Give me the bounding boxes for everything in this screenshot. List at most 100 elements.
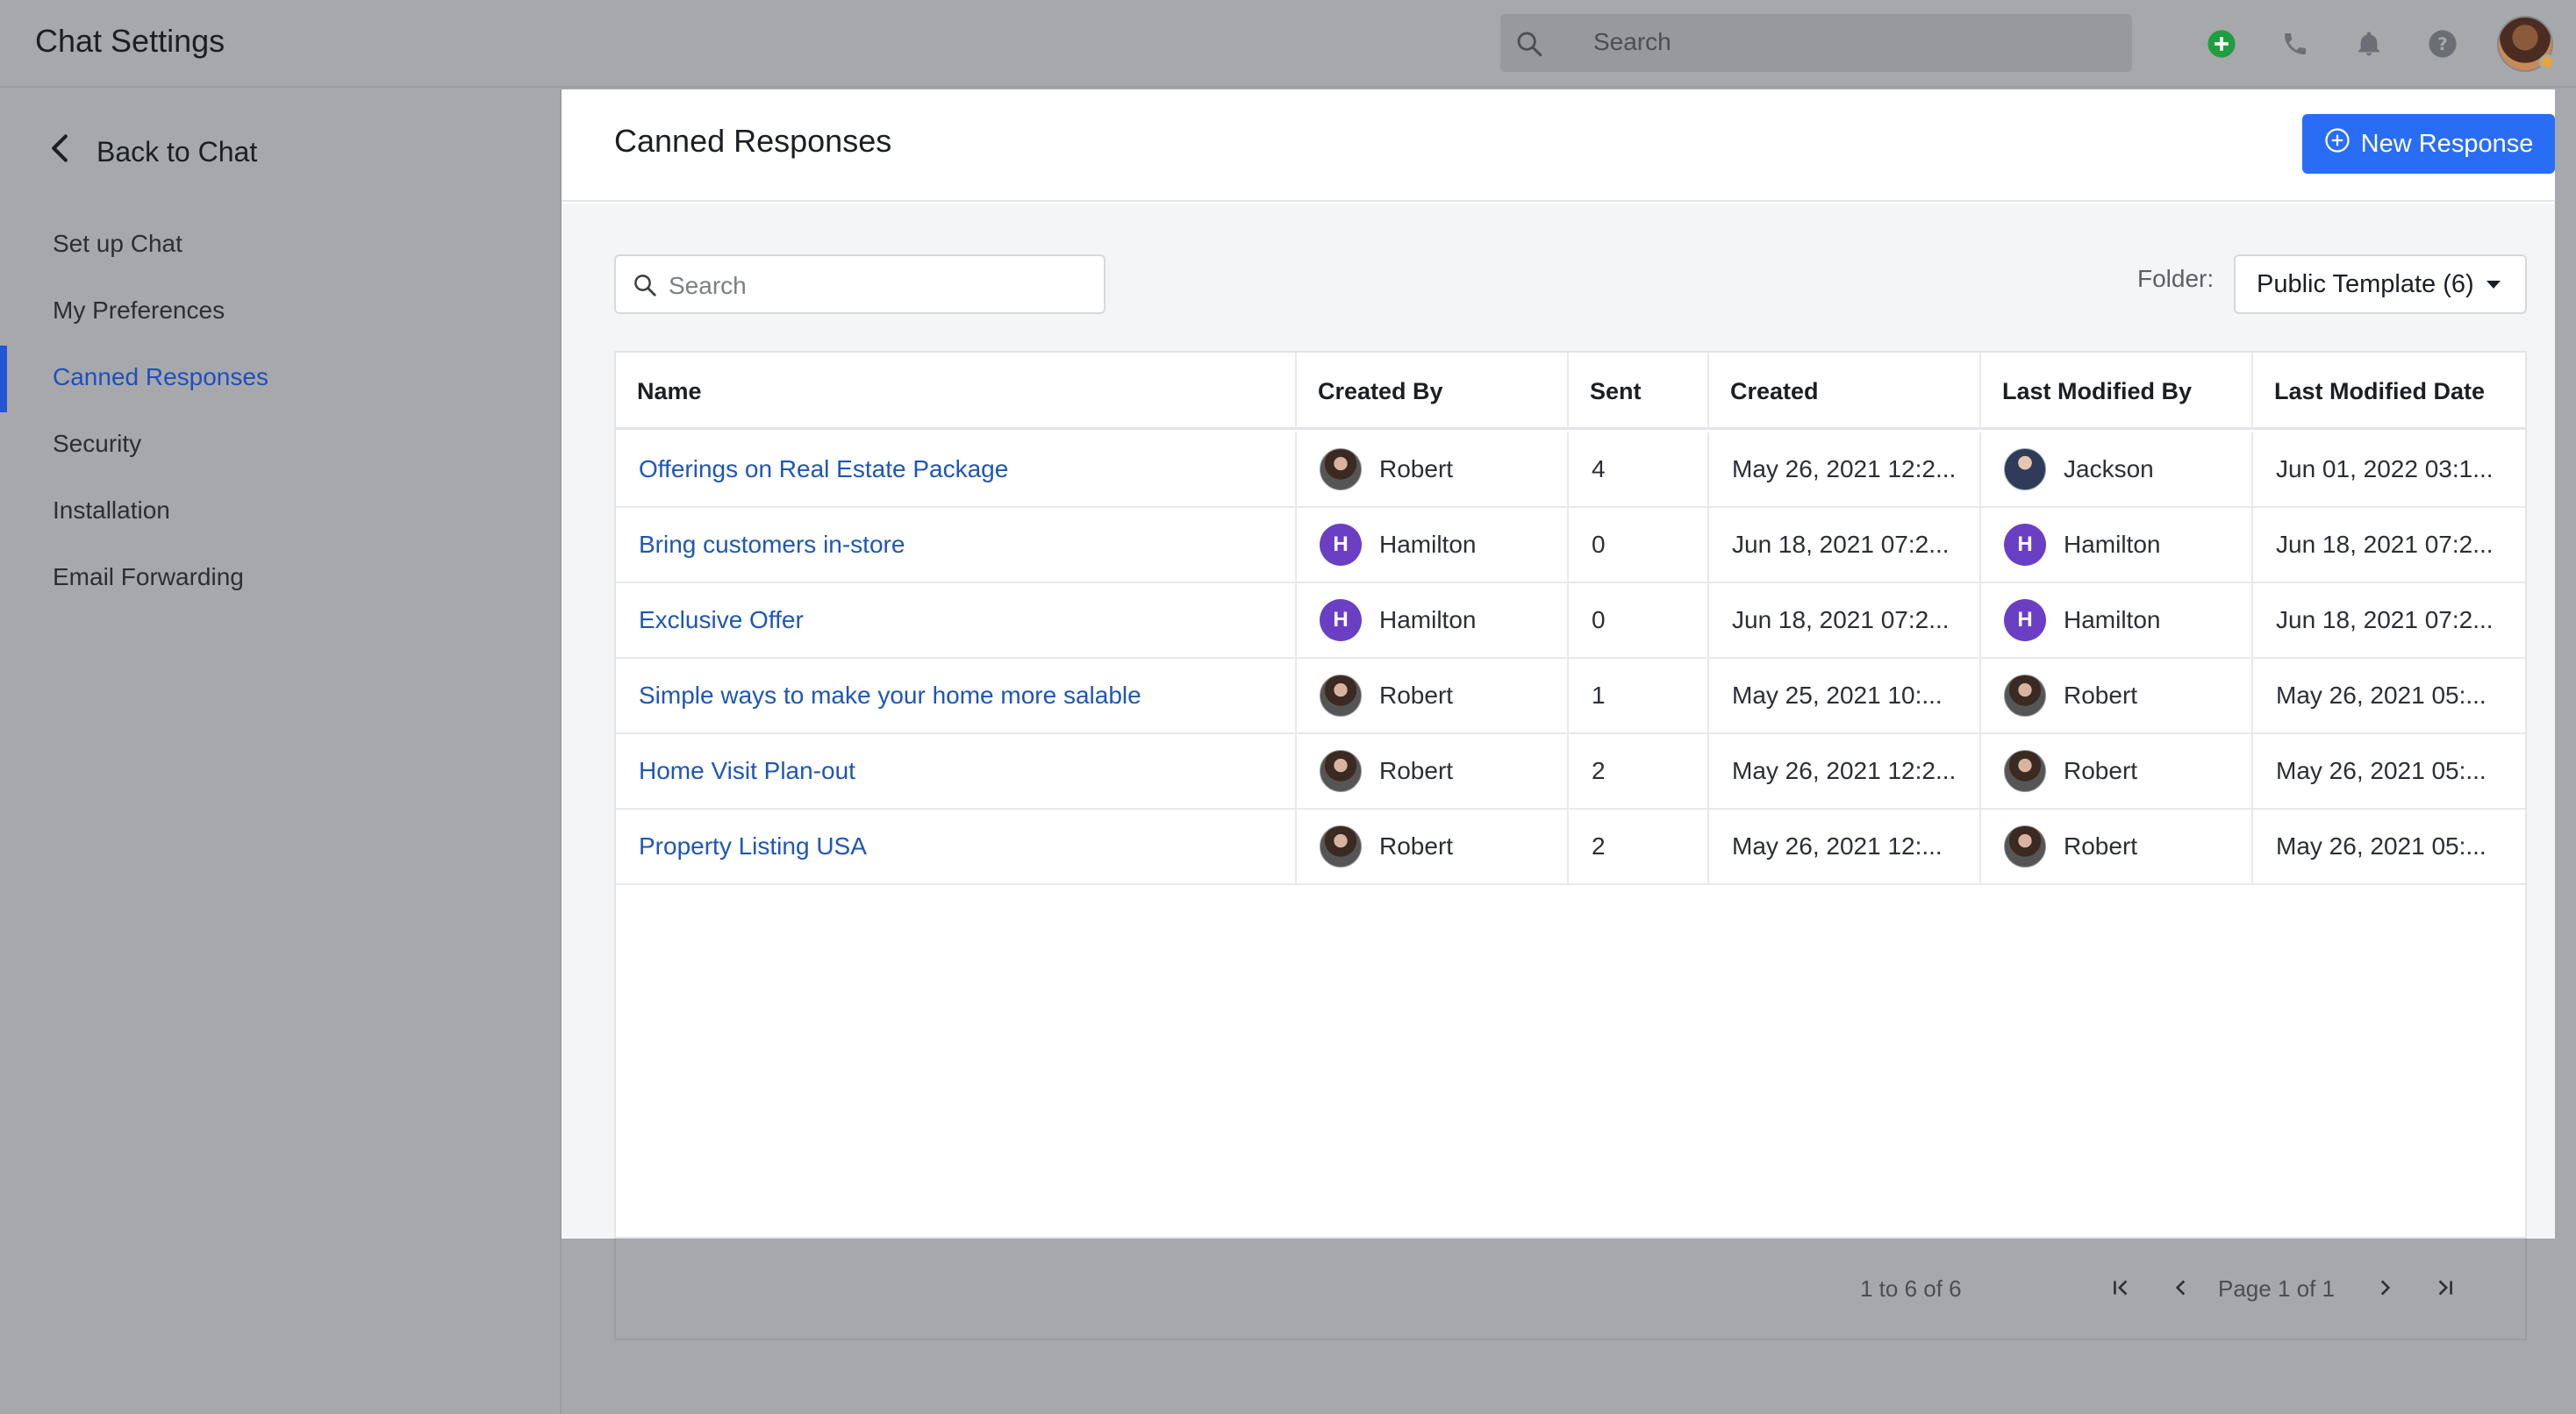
cell-last-modified-by: Jackson bbox=[1981, 432, 2253, 506]
table-row[interactable]: Exclusive Offer H Hamilton 0 Jun 18, 2021 07… bbox=[616, 583, 2525, 659]
folder-select[interactable]: Public Template (6) bbox=[2234, 254, 2527, 314]
column-header-sent[interactable]: Sent bbox=[1569, 353, 1709, 430]
responses-search-input[interactable]: Search bbox=[614, 254, 1106, 314]
active-indicator bbox=[0, 346, 7, 412]
bell-icon[interactable] bbox=[2350, 25, 2388, 63]
cell-last-modified-by: Robert bbox=[1981, 810, 2253, 883]
cell-last-modified-date: May 26, 2021 05:... bbox=[2253, 659, 2525, 732]
top-search-placeholder: Search bbox=[1593, 28, 1671, 55]
top-bar: Chat Settings Search ? bbox=[0, 0, 2576, 88]
cell-last-modified-date-text: May 26, 2021 05:... bbox=[2276, 757, 2487, 784]
cell-created-text: May 26, 2021 12:2... bbox=[1732, 455, 1957, 482]
cell-created-text: Jun 18, 2021 07:2... bbox=[1732, 531, 1950, 558]
cell-last-modified-date-text: Jun 01, 2022 03:1... bbox=[2276, 455, 2494, 482]
phone-icon[interactable] bbox=[2276, 25, 2315, 63]
cell-sent: 1 bbox=[1569, 659, 1709, 732]
avatar: H bbox=[2004, 524, 2046, 566]
column-header-name[interactable]: Name bbox=[616, 353, 1297, 430]
cell-sent: 2 bbox=[1569, 810, 1709, 883]
sidebar-item-security[interactable]: Security bbox=[53, 430, 141, 458]
cell-created-by-text: Robert bbox=[1379, 455, 1454, 482]
status-dot bbox=[2539, 54, 2555, 70]
cell-last-modified-date-text: May 26, 2021 05:... bbox=[2276, 832, 2487, 860]
cell-created: Jun 18, 2021 07:2... bbox=[1709, 583, 1981, 657]
cell-name[interactable]: Exclusive Offer bbox=[616, 583, 1297, 657]
first-page-icon[interactable] bbox=[2104, 1270, 2139, 1305]
cell-created-by-text: Robert bbox=[1379, 757, 1454, 784]
cell-last-modified-date: May 26, 2021 05:... bbox=[2253, 810, 2525, 883]
cell-last-modified-date-text: May 26, 2021 05:... bbox=[2276, 682, 2487, 709]
cell-name-text[interactable]: Bring customers in-store bbox=[639, 531, 905, 559]
table-row[interactable]: Home Visit Plan-out Robert 2 May 26, 2021 1… bbox=[616, 734, 2525, 810]
cell-last-modified-date-text: Jun 18, 2021 07:2... bbox=[2276, 606, 2494, 633]
previous-page-icon[interactable] bbox=[2164, 1270, 2199, 1305]
cell-sent-text: 2 bbox=[1592, 832, 1606, 860]
cell-name-text[interactable]: Home Visit Plan-out bbox=[639, 757, 855, 785]
cell-sent-text: 0 bbox=[1592, 531, 1606, 558]
search-icon bbox=[632, 272, 658, 303]
cell-created-by: Robert bbox=[1297, 810, 1569, 883]
cell-created: May 26, 2021 12:2... bbox=[1709, 734, 1981, 808]
add-circle-icon[interactable] bbox=[2202, 25, 2241, 63]
cell-last-modified-by-text: Robert bbox=[2064, 832, 2138, 860]
cell-created-by: H Hamilton bbox=[1297, 508, 1569, 582]
cell-name[interactable]: Home Visit Plan-out bbox=[616, 734, 1297, 808]
column-header-last-modified-date[interactable]: Last Modified Date bbox=[2253, 353, 2525, 430]
back-to-chat-label: Back to Chat bbox=[97, 135, 258, 168]
cell-last-modified-by: Robert bbox=[1981, 659, 2253, 732]
cell-created-by-text: Robert bbox=[1379, 682, 1454, 709]
cell-created-by: Robert bbox=[1297, 659, 1569, 732]
cell-last-modified-by: Robert bbox=[1981, 734, 2253, 808]
new-response-button[interactable]: New Response bbox=[2302, 114, 2555, 174]
cell-name-text[interactable]: Offerings on Real Estate Package bbox=[639, 455, 1008, 483]
pagination-bar: 1 to 6 of 6 Page 1 of 1 bbox=[614, 1239, 2527, 1340]
sidebar-item-set-up-chat[interactable]: Set up Chat bbox=[53, 230, 182, 258]
sidebar-item-my-preferences[interactable]: My Preferences bbox=[53, 296, 225, 325]
table-row[interactable]: Offerings on Real Estate Package Robert 4 M… bbox=[616, 432, 2525, 508]
cell-created: May 25, 2021 10:... bbox=[1709, 659, 1981, 732]
table-row[interactable]: Simple ways to make your home more salab… bbox=[616, 659, 2525, 734]
column-header-created-by[interactable]: Created By bbox=[1297, 353, 1569, 430]
sidebar-item-installation[interactable]: Installation bbox=[53, 496, 170, 525]
cell-created-text: May 26, 2021 12:... bbox=[1732, 832, 1943, 860]
cell-sent-text: 2 bbox=[1592, 757, 1606, 784]
cell-name-text[interactable]: Exclusive Offer bbox=[639, 606, 804, 634]
cell-sent: 4 bbox=[1569, 432, 1709, 506]
avatar bbox=[2004, 448, 2046, 490]
cell-name[interactable]: Simple ways to make your home more salab… bbox=[616, 659, 1297, 732]
app-title: Chat Settings bbox=[35, 23, 225, 59]
cell-sent: 0 bbox=[1569, 508, 1709, 582]
user-avatar[interactable] bbox=[2497, 16, 2555, 72]
table-row[interactable]: Property Listing USA Robert 2 May 26, 2021 … bbox=[616, 810, 2525, 885]
avatar: H bbox=[1320, 599, 1362, 641]
column-header-last-modified-by[interactable]: Last Modified By bbox=[1981, 353, 2253, 430]
responses-table: Name Created By Sent Created Last Modifi… bbox=[614, 351, 2527, 1239]
cell-name-text[interactable]: Simple ways to make your home more salab… bbox=[639, 682, 1141, 710]
next-page-icon[interactable] bbox=[2367, 1270, 2402, 1305]
responses-search-placeholder: Search bbox=[669, 272, 747, 299]
canned-responses-panel: Canned Responses New Response Search Fol… bbox=[562, 89, 2555, 1239]
panel-header: Canned Responses New Response bbox=[562, 89, 2555, 202]
avatar bbox=[1320, 825, 1362, 868]
folder-label: Folder: bbox=[2137, 265, 2215, 292]
cell-name-text[interactable]: Property Listing USA bbox=[639, 832, 867, 861]
last-page-icon[interactable] bbox=[2427, 1270, 2462, 1305]
table-row[interactable]: Bring customers in-store H Hamilton 0 Jun 18… bbox=[616, 508, 2525, 583]
avatar bbox=[1320, 675, 1362, 717]
avatar: H bbox=[2004, 599, 2046, 641]
sidebar-item-email-forwarding[interactable]: Email Forwarding bbox=[53, 563, 244, 591]
sidebar-item-canned-responses[interactable]: Canned Responses bbox=[53, 363, 268, 391]
column-header-created[interactable]: Created bbox=[1709, 353, 1981, 430]
avatar bbox=[1320, 448, 1362, 490]
cell-last-modified-by-text: Robert bbox=[2064, 682, 2138, 709]
help-icon[interactable]: ? bbox=[2423, 25, 2462, 63]
cell-name[interactable]: Property Listing USA bbox=[616, 810, 1297, 883]
cell-name[interactable]: Offerings on Real Estate Package bbox=[616, 432, 1297, 506]
svg-text:?: ? bbox=[2437, 34, 2448, 54]
pagination-range: 1 to 6 of 6 bbox=[1860, 1275, 1962, 1302]
cell-name[interactable]: Bring customers in-store bbox=[616, 508, 1297, 582]
top-search-input[interactable]: Search bbox=[1500, 14, 2132, 72]
cell-created: Jun 18, 2021 07:2... bbox=[1709, 508, 1981, 582]
cell-last-modified-by-text: Robert bbox=[2064, 757, 2138, 784]
back-to-chat-link[interactable]: Back to Chat bbox=[49, 133, 257, 170]
